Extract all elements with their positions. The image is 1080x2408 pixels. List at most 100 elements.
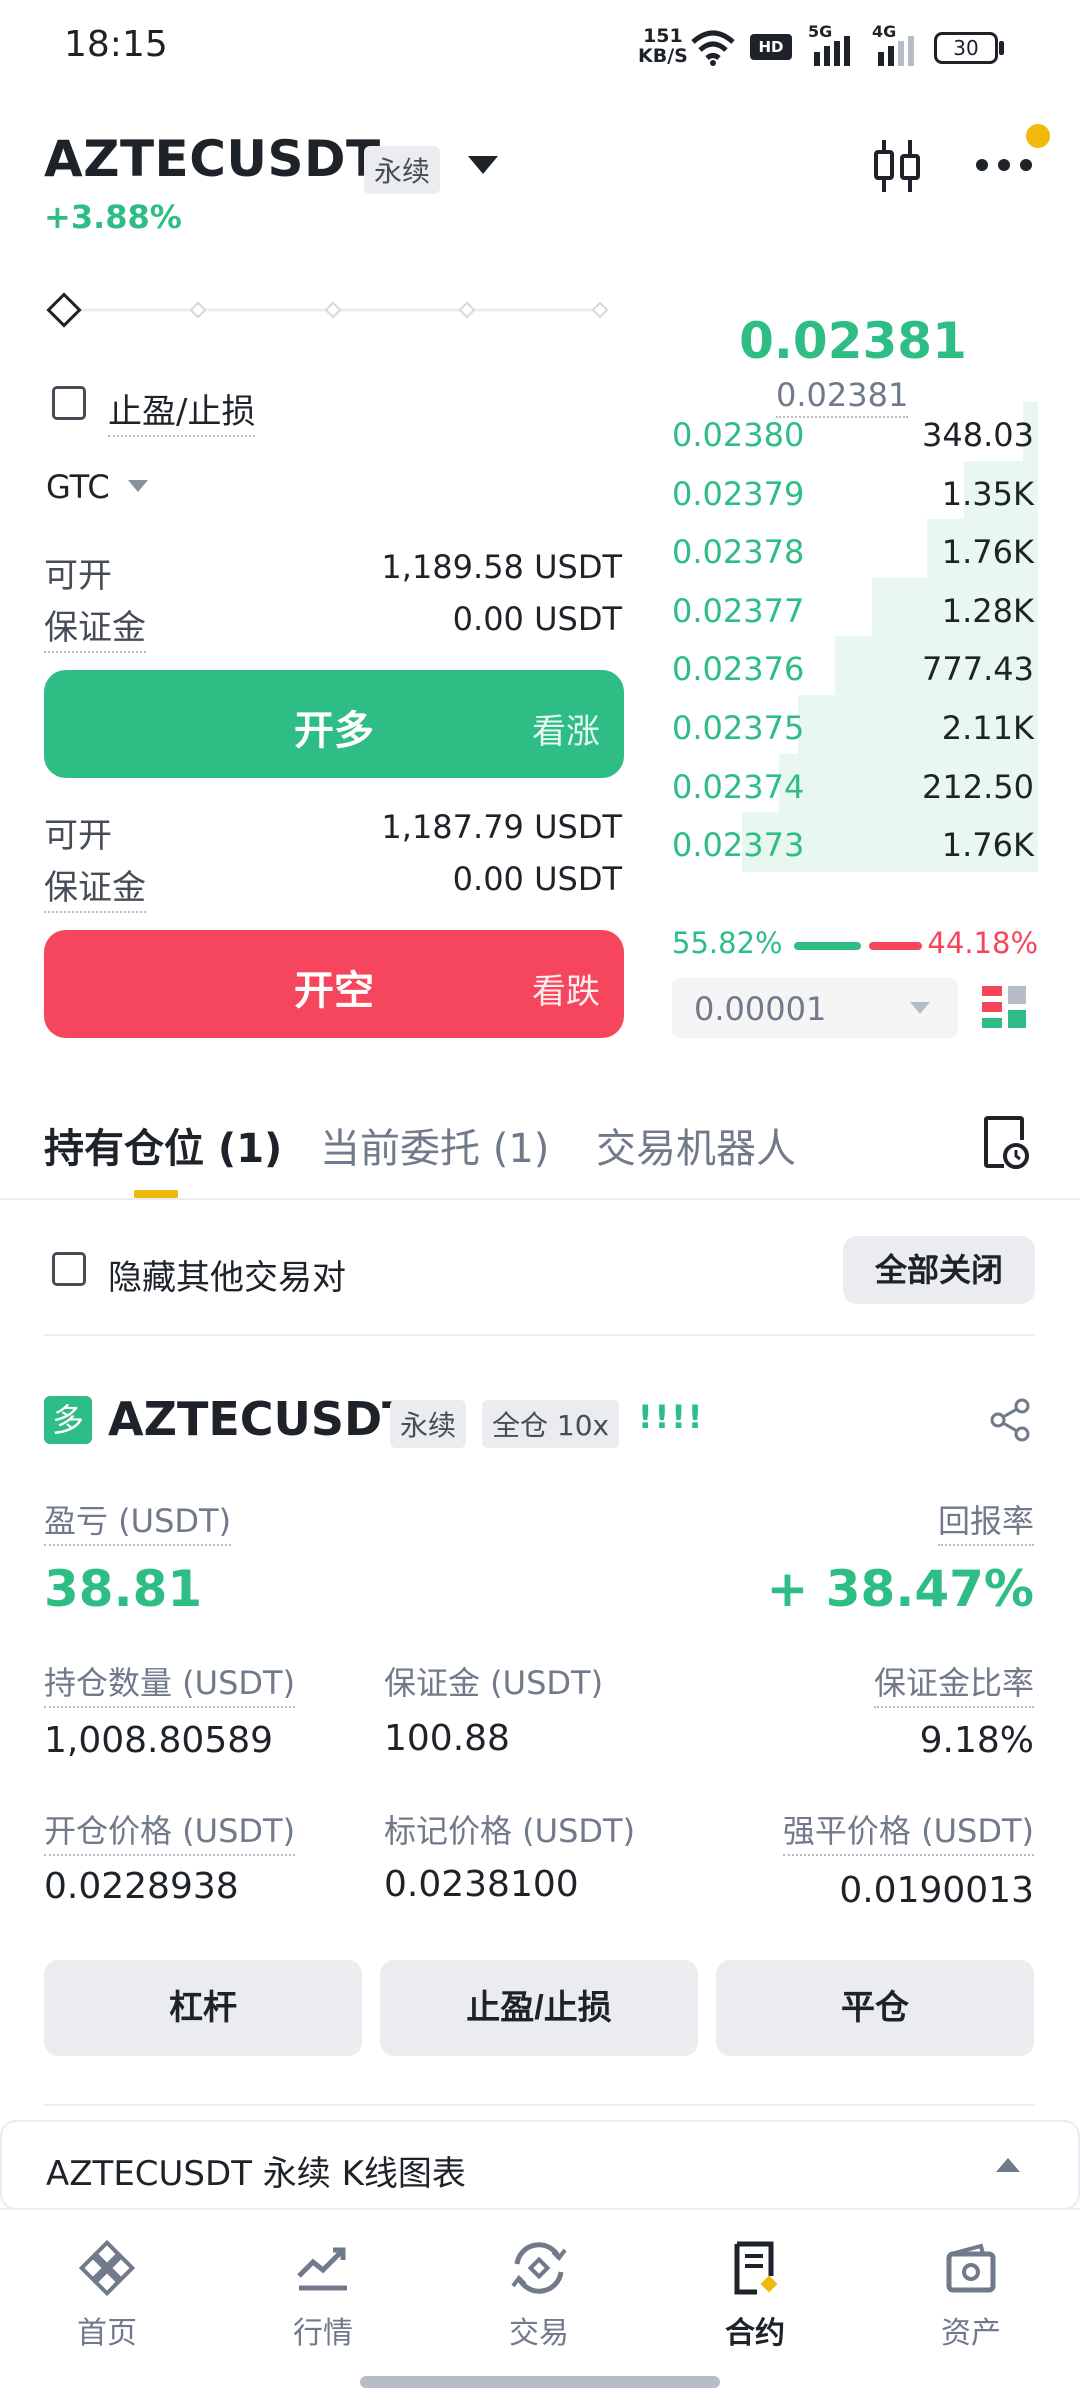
bid-row[interactable]: 0.02380 348.03 <box>668 402 1038 462</box>
tab-open-orders[interactable]: 当前委托 (1) <box>320 1116 549 1174</box>
nav-futures-label: 合约 <box>725 2316 785 2351</box>
status-bar: 18:15 151 KB/S HD 5G 4G 30 <box>0 0 1080 96</box>
entry-price-value: 0.0228938 <box>44 1866 239 1907</box>
nav-assets-label: 资产 <box>941 2316 1001 2351</box>
position-size-label[interactable]: 持仓数量 (USDT) <box>44 1658 296 1708</box>
nav-trade-label: 交易 <box>509 2316 569 2351</box>
open-short-sublabel: 看跌 <box>532 973 600 1011</box>
tick-size-value: 0.00001 <box>694 990 827 1028</box>
margin-ratio-label[interactable]: 保证金比率 <box>873 1658 1034 1708</box>
long-margin-label[interactable]: 保证金 <box>44 600 146 653</box>
tick-size-select[interactable]: 0.00001 <box>672 978 958 1038</box>
long-available-value: 1,189.58 USDT <box>381 548 622 586</box>
last-price: 0.02381 <box>739 312 967 370</box>
bid-quantity: 1.76K <box>941 533 1034 572</box>
caret-down-icon[interactable] <box>128 480 148 492</box>
kline-chart-title: AZTECUSDT 永续 K线图表 <box>46 2154 466 2194</box>
nav-home[interactable]: 首页 <box>32 2238 182 2352</box>
network-speed-value: 151 <box>643 25 683 47</box>
position-margin-value: 100.88 <box>384 1718 510 1759</box>
tpsl-label[interactable]: 止盈/止损 <box>108 384 256 437</box>
roe-label[interactable]: 回报率 <box>937 1496 1034 1546</box>
pnl-label[interactable]: 盈亏 (USDT) <box>44 1496 232 1546</box>
leverage-button[interactable]: 杠杆 <box>44 1960 362 2056</box>
divider <box>44 2104 1035 2106</box>
signal-4g-icon: 4G <box>872 22 920 66</box>
bid-quantity: 1.28K <box>941 591 1034 630</box>
symbol-selector[interactable]: AZTECUSDT <box>44 130 381 188</box>
bid-price: 0.02377 <box>672 591 805 630</box>
nav-markets-label: 行情 <box>293 2316 353 2351</box>
bid-row[interactable]: 0.02378 1.76K <box>668 519 1038 580</box>
sell-ratio-bar <box>869 942 922 950</box>
caret-down-icon[interactable] <box>468 156 498 174</box>
buy-sell-ratio: 55.82% 44.18% <box>668 926 1038 966</box>
position-symbol[interactable]: AZTECUSDT <box>108 1392 414 1446</box>
candlestick-chart-icon[interactable] <box>872 136 922 196</box>
bid-row[interactable]: 0.02377 1.28K <box>668 577 1038 638</box>
bid-price: 0.02380 <box>672 416 805 454</box>
bid-row[interactable]: 0.02379 1.35K <box>668 460 1038 521</box>
position-margin-label: 保证金 (USDT) <box>384 1664 604 1702</box>
position-risk-indicator: !!!! <box>638 1398 705 1436</box>
position-tpsl-button[interactable]: 止盈/止损 <box>380 1960 698 2056</box>
price-change-percent: +3.88% <box>44 198 182 236</box>
position-margin-mode-tag[interactable]: 全仓 10x <box>482 1400 620 1448</box>
buy-ratio: 55.82% <box>672 926 783 960</box>
tpsl-checkbox[interactable] <box>52 386 86 420</box>
bid-quantity: 1.35K <box>941 474 1034 513</box>
mark-price-label: 标记价格 (USDT) <box>384 1812 636 1850</box>
buy-ratio-bar <box>794 942 861 950</box>
bid-row[interactable]: 0.02373 1.76K <box>668 812 1038 873</box>
short-margin-value: 0.00 USDT <box>452 860 622 898</box>
liquidation-price-label[interactable]: 强平价格 (USDT) <box>782 1806 1034 1856</box>
entry-price-label[interactable]: 开仓价格 (USDT) <box>44 1806 296 1856</box>
bid-row[interactable]: 0.02375 2.11K <box>668 695 1038 755</box>
hide-other-pairs-checkbox[interactable] <box>52 1252 86 1286</box>
assets-wallet-icon <box>946 2243 996 2293</box>
hide-other-pairs-label[interactable]: 隐藏其他交易对 <box>108 1250 346 1299</box>
divider <box>0 1198 1080 1200</box>
short-margin-label[interactable]: 保证金 <box>44 860 146 913</box>
short-available-label: 可开 <box>44 816 112 856</box>
tab-trading-bots[interactable]: 交易机器人 <box>596 1116 796 1174</box>
home-indicator <box>360 2376 720 2388</box>
bid-quantity: 2.11K <box>941 709 1034 747</box>
order-history-icon[interactable] <box>982 1114 1030 1170</box>
notification-dot <box>1026 124 1050 148</box>
orderbook-layout-icon[interactable] <box>980 984 1028 1032</box>
close-position-button[interactable]: 平仓 <box>716 1960 1034 2056</box>
open-short-button[interactable]: 开空 看跌 <box>44 930 624 1038</box>
bid-quantity: 212.50 <box>922 767 1034 806</box>
mark-price-value: 0.0238100 <box>384 1864 579 1905</box>
share-icon[interactable] <box>990 1398 1030 1442</box>
nav-trade[interactable]: 交易 <box>464 2238 614 2352</box>
more-icon[interactable] <box>974 150 1034 180</box>
bid-price: 0.02374 <box>672 767 805 806</box>
bid-row[interactable]: 0.02376 777.43 <box>668 636 1038 697</box>
sell-ratio: 44.18% <box>927 926 1038 960</box>
open-long-button[interactable]: 开多 看涨 <box>44 670 624 778</box>
nav-futures[interactable]: 合约 <box>680 2238 830 2352</box>
hd-icon: HD <box>750 34 792 60</box>
bid-row[interactable]: 0.02374 212.50 <box>668 753 1038 814</box>
position-side-badge: 多 <box>44 1396 92 1444</box>
caret-down-icon <box>910 1002 930 1014</box>
kline-chart-toggle[interactable]: AZTECUSDT 永续 K线图表 <box>0 2120 1080 2210</box>
margin-ratio-value: 9.18% <box>919 1720 1034 1761</box>
bid-price: 0.02378 <box>672 533 805 572</box>
time-in-force-select[interactable]: GTC <box>46 468 110 506</box>
position-size-value: 1,008.80589 <box>44 1720 274 1761</box>
nav-assets[interactable]: 资产 <box>896 2238 1046 2352</box>
markets-chart-icon <box>297 2247 347 2291</box>
divider <box>44 1334 1035 1336</box>
short-available-value: 1,187.79 USDT <box>381 808 622 846</box>
close-all-button[interactable]: 全部关闭 <box>843 1236 1035 1304</box>
long-available-label: 可开 <box>44 556 112 596</box>
wifi-icon <box>691 30 735 66</box>
nav-markets[interactable]: 行情 <box>248 2238 398 2352</box>
tab-positions[interactable]: 持有仓位 (1) <box>44 1116 282 1174</box>
leverage-slider[interactable] <box>44 285 620 335</box>
network-speed: 151 KB/S <box>638 26 688 66</box>
position-contract-tag: 永续 <box>390 1400 467 1448</box>
